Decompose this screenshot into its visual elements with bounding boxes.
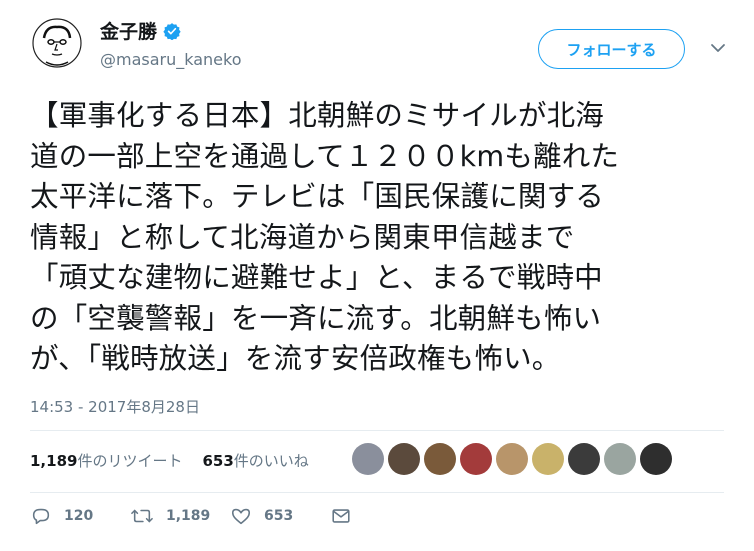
like-button[interactable]: 653 — [230, 505, 293, 527]
tweet-line: が、「戦時放送」を流す安倍政権も怖い。 — [30, 342, 561, 375]
follow-button[interactable]: フォローする — [538, 29, 685, 69]
user-name-row: 金子勝 — [100, 17, 181, 44]
tweet-line: の「空襲警報」を一斉に流す。北朝鮮も怖い — [30, 301, 602, 335]
liker-avatar[interactable] — [496, 443, 528, 475]
reply-count: 120 — [64, 508, 94, 524]
tweet-timestamp[interactable]: 14:53 - 2017年8月28日 — [30, 396, 200, 417]
heart-icon — [230, 505, 252, 527]
direct-message-button[interactable] — [330, 505, 352, 527]
avatar[interactable] — [32, 18, 82, 68]
verified-badge-icon — [163, 22, 181, 40]
retweet-button[interactable]: 1,189 — [130, 505, 210, 527]
divider — [30, 492, 724, 493]
likes-stat-label: 件のいいね — [233, 452, 309, 470]
reply-icon — [30, 505, 52, 527]
liker-avatar[interactable] — [388, 443, 420, 475]
retweets-stat-label: 件のリツイート — [77, 452, 183, 470]
tweet-header: 金子勝 @masaru_kaneko フォローする — [0, 0, 754, 92]
liker-avatar[interactable] — [460, 443, 492, 475]
liker-avatar[interactable] — [352, 443, 384, 475]
tweet-line: 「頑丈な建物に避難せよ」と、まるで戦時中 — [30, 261, 603, 294]
liker-avatar[interactable] — [568, 443, 600, 475]
likes-stat[interactable]: 653件のいいね — [202, 450, 308, 471]
tweet-line: 【軍事化する日本】北朝鮮のミサイルが北海 — [30, 99, 605, 132]
retweet-icon — [130, 505, 154, 527]
liker-avatars — [352, 443, 672, 475]
reply-button[interactable]: 120 — [30, 505, 93, 527]
liker-avatar[interactable] — [604, 443, 636, 475]
likes-stat-count: 653 — [202, 452, 234, 470]
divider — [30, 430, 724, 431]
liker-avatar[interactable] — [532, 443, 564, 475]
envelope-icon — [330, 505, 352, 527]
retweets-stat[interactable]: 1,189件のリツイート — [30, 450, 182, 471]
tweet-stats: 1,189件のリツイート 653件のいいね — [30, 450, 309, 471]
display-name[interactable]: 金子勝 — [100, 17, 157, 44]
liker-avatar[interactable] — [424, 443, 456, 475]
tweet-line: 道の一部上空を通過して１２００kmも離れた — [30, 139, 620, 173]
retweet-count: 1,189 — [166, 508, 211, 524]
chevron-down-icon[interactable] — [708, 38, 728, 58]
user-handle[interactable]: @masaru_kaneko — [100, 50, 242, 69]
liker-avatar[interactable] — [640, 443, 672, 475]
tweet-text: 【軍事化する日本】北朝鮮のミサイルが北海 道の一部上空を通過して１２００kmも離… — [30, 96, 730, 380]
retweets-stat-count: 1,189 — [30, 452, 78, 470]
tweet-line: 太平洋に落下。テレビは「国民保護に関する — [30, 180, 605, 213]
like-count: 653 — [264, 508, 294, 524]
tweet-line: 情報」と称して北海道から関東甲信越まで — [30, 220, 575, 254]
